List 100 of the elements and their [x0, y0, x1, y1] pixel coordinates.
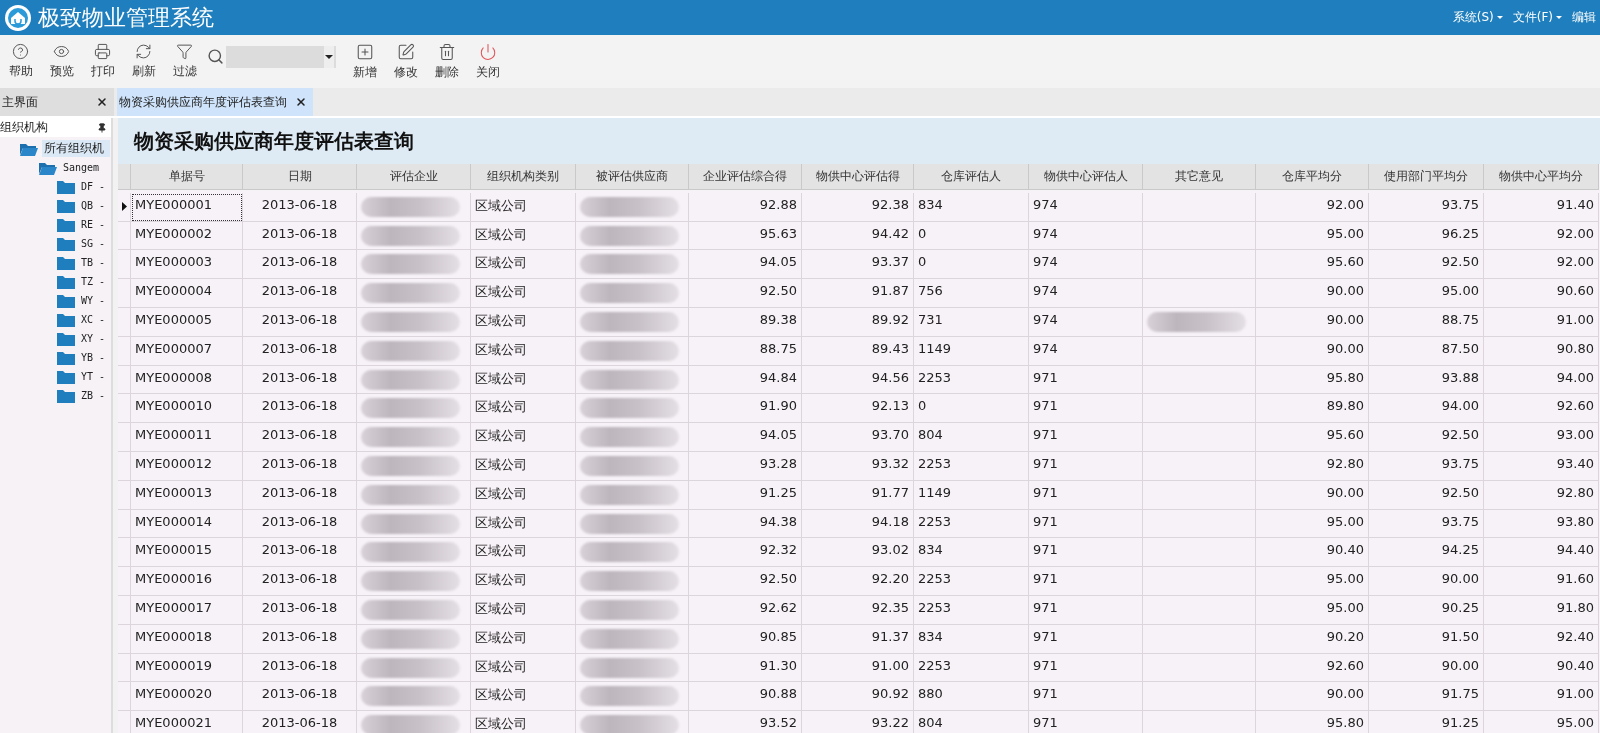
column-header[interactable]: 使用部门平均分: [1369, 164, 1484, 190]
toolbar-button[interactable]: 关闭: [469, 42, 506, 81]
close-icon[interactable]: [295, 96, 307, 108]
toolbar-button[interactable]: 刷新: [125, 43, 162, 80]
tree-item[interactable]: RE -: [79, 219, 112, 230]
table-cell: 90.85: [689, 624, 802, 654]
tree-item[interactable]: TB -: [79, 257, 112, 268]
column-header[interactable]: 被评估供应商: [576, 164, 689, 190]
table-cell: 区域公司: [471, 711, 576, 733]
table-cell: 区域公司: [471, 509, 576, 539]
trash-icon: [437, 42, 456, 61]
table-cell: 90.88: [689, 682, 802, 712]
table-cell: 974: [1029, 250, 1143, 280]
column-header[interactable]: 评估企业: [357, 164, 471, 190]
table-cell: 971: [1029, 365, 1143, 395]
tree-item[interactable]: SG -: [79, 238, 112, 249]
table-cell: 95.00: [1256, 567, 1369, 596]
column-header[interactable]: 仓库平均分: [1256, 164, 1369, 190]
table-cell: 2013-06-18: [243, 336, 357, 366]
table-cell: MYE000019: [131, 653, 243, 683]
table-cell: MYE000003: [131, 250, 243, 280]
column-header[interactable]: 物供中心评估人: [1029, 164, 1143, 190]
toolbar-button[interactable]: 预览: [43, 43, 80, 80]
folder-icon: [57, 255, 75, 270]
menu-item[interactable]: 系统(S): [1452, 9, 1503, 26]
column-header[interactable]: 组织机构类别: [471, 164, 576, 190]
toolbar-button[interactable]: 帮助: [2, 43, 39, 80]
table-cell: 91.40: [1484, 192, 1599, 222]
folder-icon: [57, 331, 75, 346]
table-cell: 95.60: [1256, 250, 1369, 280]
close-icon[interactable]: [96, 96, 108, 108]
table-cell: 92.50: [1369, 423, 1484, 452]
table-cell: 834: [914, 624, 1029, 654]
tree-item[interactable]: XC -: [79, 314, 112, 325]
table-cell: 971: [1029, 595, 1143, 625]
table-cell: MYE000013: [131, 480, 243, 510]
table-cell: 2013-06-18: [243, 711, 357, 733]
app-title: 极致物业管理系统: [38, 3, 214, 32]
table-cell: 92.50: [1369, 250, 1484, 280]
table-cell: MYE000012: [131, 451, 243, 481]
tree-item[interactable]: DF -: [79, 181, 112, 192]
table-cell: MYE000004: [131, 279, 243, 308]
menu-item[interactable]: 编辑: [1572, 9, 1596, 26]
tab[interactable]: 主界面: [0, 88, 114, 116]
column-header[interactable]: 日期: [243, 164, 357, 190]
table-cell: 90.20: [1256, 624, 1369, 654]
folder-icon: [57, 217, 75, 232]
table-cell: 974: [1029, 336, 1143, 366]
tree-item[interactable]: YB -: [79, 352, 112, 363]
column-header[interactable]: 其它意见: [1143, 164, 1256, 190]
table-cell: 92.32: [689, 538, 802, 568]
column-header[interactable]: 物供中心评估得: [802, 164, 914, 190]
tree-item[interactable]: QB -: [79, 200, 112, 211]
folder-icon: [57, 369, 75, 384]
table-cell: 区域公司: [471, 567, 576, 596]
tree-item[interactable]: 所有组织机: [42, 140, 110, 157]
pin-icon[interactable]: [97, 122, 107, 133]
tree-item[interactable]: Sangem: [61, 162, 106, 173]
table-cell: 87.50: [1369, 336, 1484, 366]
table-cell: 2253: [914, 567, 1029, 596]
column-header[interactable]: 单据号: [131, 164, 243, 190]
tree-item[interactable]: ZB -: [79, 390, 112, 401]
table-cell: 2013-06-18: [243, 250, 357, 280]
toolbar-button[interactable]: 修改: [387, 42, 424, 81]
table-cell: 91.80: [1484, 595, 1599, 625]
search-field[interactable]: [226, 45, 336, 68]
toolbar-button[interactable]: 新增: [346, 42, 383, 81]
tree-item[interactable]: YT -: [79, 371, 112, 382]
tree-item[interactable]: XY -: [79, 333, 112, 344]
folder-icon: [57, 236, 75, 251]
toolbar-button[interactable]: 过滤: [166, 43, 203, 80]
table-cell: 90.25: [1369, 595, 1484, 625]
table-cell: 971: [1029, 423, 1143, 452]
menu-item[interactable]: 文件(F): [1512, 9, 1562, 26]
table-cell: 971: [1029, 711, 1143, 733]
tree-item[interactable]: TZ -: [79, 276, 112, 287]
tab[interactable]: 物资采购供应商年度评估表查询: [117, 88, 313, 116]
table-cell: 2013-06-18: [243, 279, 357, 308]
table-cell: MYE000017: [131, 595, 243, 625]
column-header[interactable]: 仓库评估人: [914, 164, 1029, 190]
table-cell: 92.60: [1256, 653, 1369, 683]
column-header[interactable]: 物供中心平均分: [1484, 164, 1599, 190]
toolbar-button[interactable]: 打印: [84, 43, 121, 80]
table-cell: 区域公司: [471, 279, 576, 308]
table-cell: 区域公司: [471, 653, 576, 683]
folder-icon: [57, 293, 75, 308]
toolbar-button[interactable]: 删除: [428, 42, 465, 81]
table-cell: 91.00: [802, 653, 914, 683]
table-cell: 880: [914, 682, 1029, 712]
row-header[interactable]: [118, 192, 131, 222]
column-header[interactable]: 企业评估综合得: [689, 164, 802, 190]
table-cell: MYE000015: [131, 538, 243, 568]
table-cell: 区域公司: [471, 423, 576, 452]
table-cell: 93.02: [802, 538, 914, 568]
table-cell: 94.00: [1484, 365, 1599, 395]
table-cell: 90.92: [802, 682, 914, 712]
tree-item[interactable]: WY -: [79, 295, 112, 306]
table-cell: 92.80: [1484, 480, 1599, 510]
table-cell: 93.00: [1484, 423, 1599, 452]
table-cell: 2253: [914, 653, 1029, 683]
